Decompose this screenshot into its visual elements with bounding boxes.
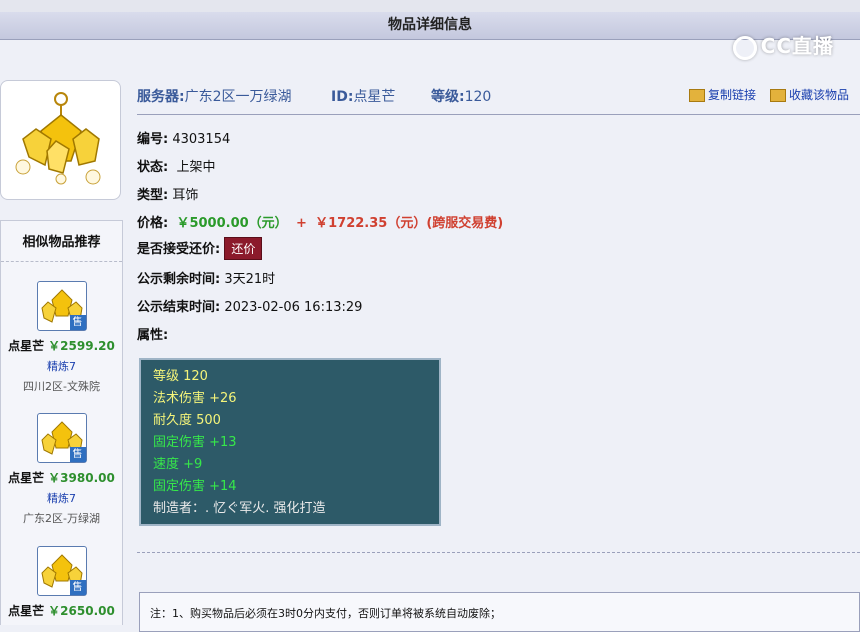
sold-badge: 售	[69, 580, 86, 595]
similar-item-name: 点星芒	[8, 471, 45, 485]
similar-item-thumbnail[interactable]: 售	[36, 546, 87, 596]
purchase-note: 注：1、购买物品后必须在3时0分内支付，否则订单将被系统自动废除；	[139, 592, 860, 632]
similar-item-thumbnail[interactable]: 售	[36, 281, 87, 331]
similar-items-panel: 相似物品推荐 售 点星芒 ￥2599.20 精炼7 四川2区-文殊院 售 点星芒 ￥…	[0, 220, 123, 625]
similar-item[interactable]: 售 点星芒 ￥3980.00 精炼7 广东2区-万绿湖	[1, 413, 122, 526]
similar-item[interactable]: 售 点星芒 ￥2650.00	[1, 546, 122, 619]
similar-item-price: ￥3980.00	[48, 471, 115, 485]
similar-item-price: ￥2650.00	[48, 604, 115, 618]
attr-fixed-damage: 固定伤害 +13	[153, 435, 237, 450]
similar-item-name: 点星芒	[8, 339, 45, 353]
cross-server-fee: ￥1722.35（元）(跨服交易费)	[315, 216, 504, 231]
cc-live-watermark: CC直播	[732, 30, 834, 60]
attr-durability: 耐久度 500	[153, 413, 221, 428]
bargain-button[interactable]: 还价	[224, 237, 263, 260]
page-title: 物品详细信息	[0, 12, 860, 40]
level-info: 等级:120	[431, 89, 492, 105]
similar-item-server: 四川2区-文殊院	[23, 380, 100, 393]
item-detail-content: 服务器:广东2区一万绿湖 ID:点星芒 等级:120 复制链接 收藏该物品 编号…	[137, 80, 860, 632]
id-info: ID:点星芒	[331, 89, 396, 105]
sold-badge: 售	[69, 447, 86, 462]
item-image	[0, 80, 121, 200]
type-row: 类型: 耳饰	[137, 188, 199, 203]
attributes-box: 等级 120 法术伤害 +26 耐久度 500 固定伤害 +13 速度 +9 固…	[139, 358, 441, 526]
price-value: ￥5000.00（元）	[176, 216, 288, 231]
attr-level: 等级 120	[153, 369, 208, 384]
sold-badge: 售	[69, 315, 86, 330]
bargain-row: 是否接受还价: 还价	[137, 237, 263, 260]
favorite-button[interactable]: 收藏该物品	[770, 86, 849, 103]
status-row: 状态: 上架中	[137, 160, 216, 175]
end-time-row: 公示结束时间: 2023-02-06 16:13:29	[137, 300, 363, 315]
serial-row: 编号: 4303154	[137, 132, 231, 147]
divider	[137, 552, 860, 553]
similar-item-refine: 精炼7	[47, 360, 76, 373]
folder-icon	[689, 89, 705, 102]
attributes-label: 属性:	[137, 328, 169, 343]
watermark-text: CC直播	[760, 34, 834, 58]
folder-add-icon	[770, 89, 786, 102]
attr-fixed-damage: 固定伤害 +14	[153, 479, 237, 494]
copy-link-button[interactable]: 复制链接	[689, 86, 756, 103]
server-info: 服务器:广东2区一万绿湖	[137, 89, 292, 105]
cc-logo-icon	[732, 35, 757, 60]
similar-item-refine: 精炼7	[47, 492, 76, 505]
earring-icon	[15, 92, 101, 185]
item-header-row: 服务器:广东2区一万绿湖 ID:点星芒 等级:120 复制链接 收藏该物品	[137, 80, 860, 115]
remaining-time-row: 公示剩余时间: 3天21时	[137, 272, 276, 287]
similar-item-thumbnail[interactable]: 售	[36, 413, 87, 463]
similar-items-header: 相似物品推荐	[1, 221, 122, 262]
attr-speed: 速度 +9	[153, 457, 203, 472]
similar-item-name: 点星芒	[8, 604, 45, 618]
similar-item-price: ￥2599.20	[48, 339, 115, 353]
similar-item-server: 广东2区-万绿湖	[23, 512, 100, 525]
attr-spell-damage: 法术伤害 +26	[153, 391, 237, 406]
similar-item[interactable]: 售 点星芒 ￥2599.20 精炼7 四川2区-文殊院	[1, 281, 122, 394]
attr-maker: 制造者：. 忆ぐ军火. 强化打造	[153, 501, 326, 516]
price-row: 价格: ￥5000.00（元） + ￥1722.35（元）(跨服交易费)	[137, 216, 504, 231]
